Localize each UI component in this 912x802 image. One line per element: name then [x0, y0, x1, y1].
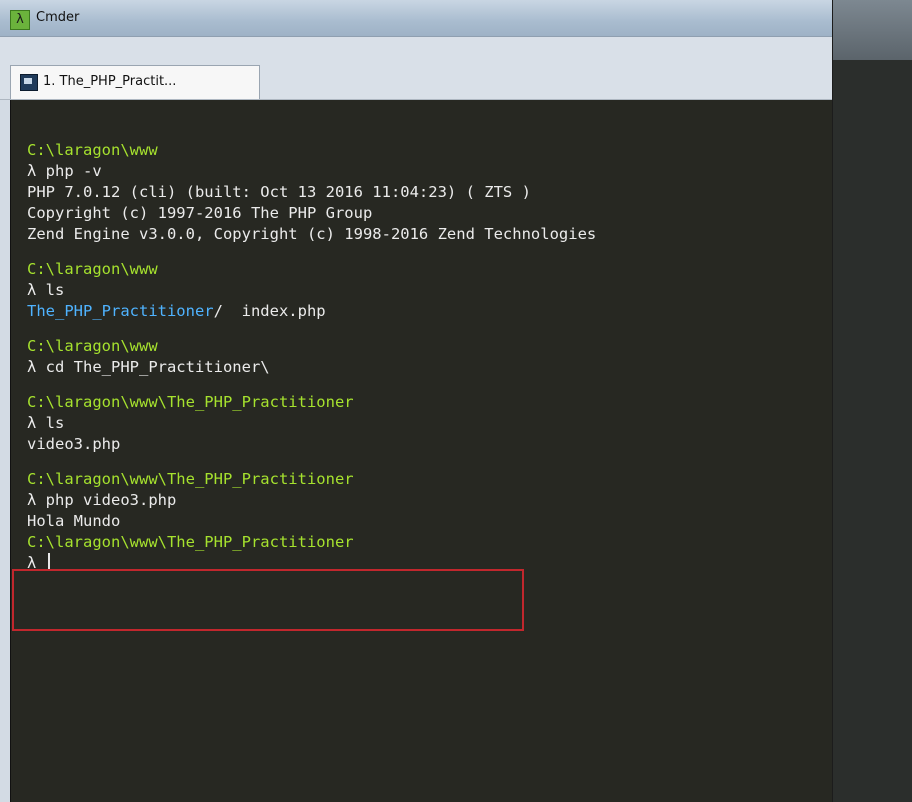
output-line: Hola Mundo: [27, 512, 121, 530]
output-line: PHP 7.0.12 (cli) (built: Oct 13 2016 11:…: [27, 183, 531, 201]
tab-bar: 1. The_PHP_Practit...: [0, 37, 832, 100]
output-line: video3.php: [27, 435, 121, 453]
command-line: λ cd The_PHP_Practitioner\: [27, 358, 270, 376]
prompt-path: C:\laragon\www: [27, 337, 158, 355]
tab-console-1[interactable]: 1. The_PHP_Practit...: [10, 65, 260, 99]
active-prompt[interactable]: λ: [27, 553, 832, 574]
command-line: λ php -v: [27, 162, 102, 180]
output-line: The_PHP_Practitioner/ index.php: [27, 301, 832, 322]
output-line: Copyright (c) 1997-2016 The PHP Group: [27, 204, 373, 222]
file-list: / index.php: [213, 302, 326, 320]
cmder-window: λ Cmder 1. The_PHP_Practit... C:\laragon…: [0, 0, 912, 802]
window-title: Cmder: [36, 10, 80, 25]
title-bar[interactable]: λ Cmder: [0, 0, 912, 37]
command-line: λ ls: [27, 414, 65, 432]
text-cursor: [47, 553, 50, 571]
command-line: λ ls: [27, 281, 65, 299]
console-icon: [20, 74, 38, 91]
output-line: Zend Engine v3.0.0, Copyright (c) 1998-2…: [27, 225, 597, 243]
command-line: λ php video3.php: [27, 491, 177, 509]
prompt-path: C:\laragon\www: [27, 141, 158, 159]
prompt-path: C:\laragon\www\The_PHP_Practitioner: [27, 533, 354, 551]
prompt-path: C:\laragon\www: [27, 260, 158, 278]
lambda-icon[interactable]: λ: [10, 10, 30, 30]
background-window-strip: [832, 0, 912, 802]
terminal-console[interactable]: C:\laragon\www λ php -v PHP 7.0.12 (cli)…: [10, 100, 832, 802]
prompt-symbol: λ: [27, 554, 46, 572]
prompt-path: C:\laragon\www\The_PHP_Practitioner: [27, 470, 354, 488]
directory-name: The_PHP_Practitioner: [27, 302, 214, 320]
prompt-path: C:\laragon\www\The_PHP_Practitioner: [27, 393, 354, 411]
tab-label: 1. The_PHP_Practit...: [43, 74, 177, 89]
